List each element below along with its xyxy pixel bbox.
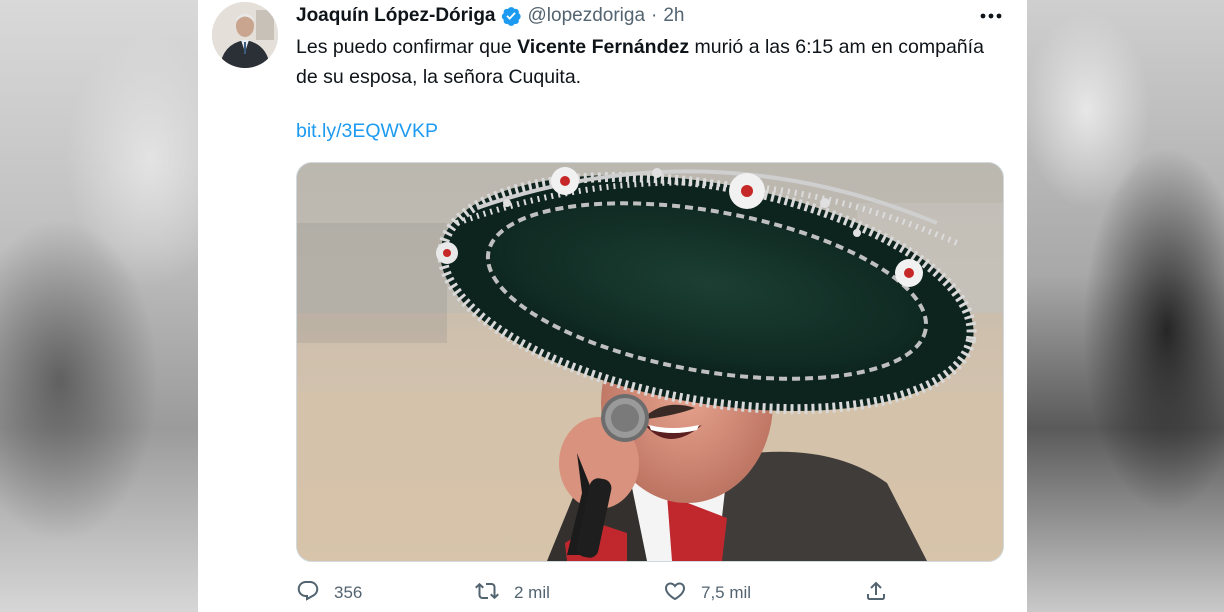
tweet-time[interactable]: 2h xyxy=(663,5,684,27)
share-icon xyxy=(864,579,888,608)
reply-button[interactable]: 356 xyxy=(296,579,362,608)
share-button[interactable] xyxy=(864,579,888,608)
retweet-count: 2 mil xyxy=(514,583,550,602)
tweet-text-bold: Vicente Fernández xyxy=(517,36,690,58)
tweet-photo[interactable] xyxy=(296,162,1004,562)
avatar[interactable] xyxy=(212,2,278,68)
verified-badge-icon xyxy=(500,5,522,27)
tweet-actions: 356 2 mil 7,5 mil xyxy=(296,578,996,608)
tweet-text: Les puedo confirmar que Vicente Fernánde… xyxy=(296,32,996,92)
tweet-text-start: Les puedo confirmar que xyxy=(296,36,518,58)
like-count: 7,5 mil xyxy=(701,583,752,602)
reply-icon xyxy=(296,579,320,608)
reply-count: 356 xyxy=(334,583,363,602)
more-dots-icon[interactable] xyxy=(977,4,1005,28)
author-handle[interactable]: @lopezdoriga xyxy=(528,5,646,27)
author-name[interactable]: Joaquín López-Dóriga xyxy=(296,5,496,27)
background-right xyxy=(1027,0,1224,612)
separator-dot: · xyxy=(651,5,658,26)
heart-icon xyxy=(663,579,687,608)
like-button[interactable]: 7,5 mil xyxy=(663,579,751,608)
background-left xyxy=(0,0,198,612)
retweet-icon xyxy=(474,579,500,608)
tweet-header: Joaquín López-Dóriga @lopezdoriga · 2h xyxy=(296,4,987,28)
retweet-button[interactable]: 2 mil xyxy=(474,579,550,608)
tweet-link[interactable]: bit.ly/3EQWVKP xyxy=(296,116,438,146)
tweet-card[interactable]: Joaquín López-Dóriga @lopezdoriga · 2h L… xyxy=(198,0,1027,612)
